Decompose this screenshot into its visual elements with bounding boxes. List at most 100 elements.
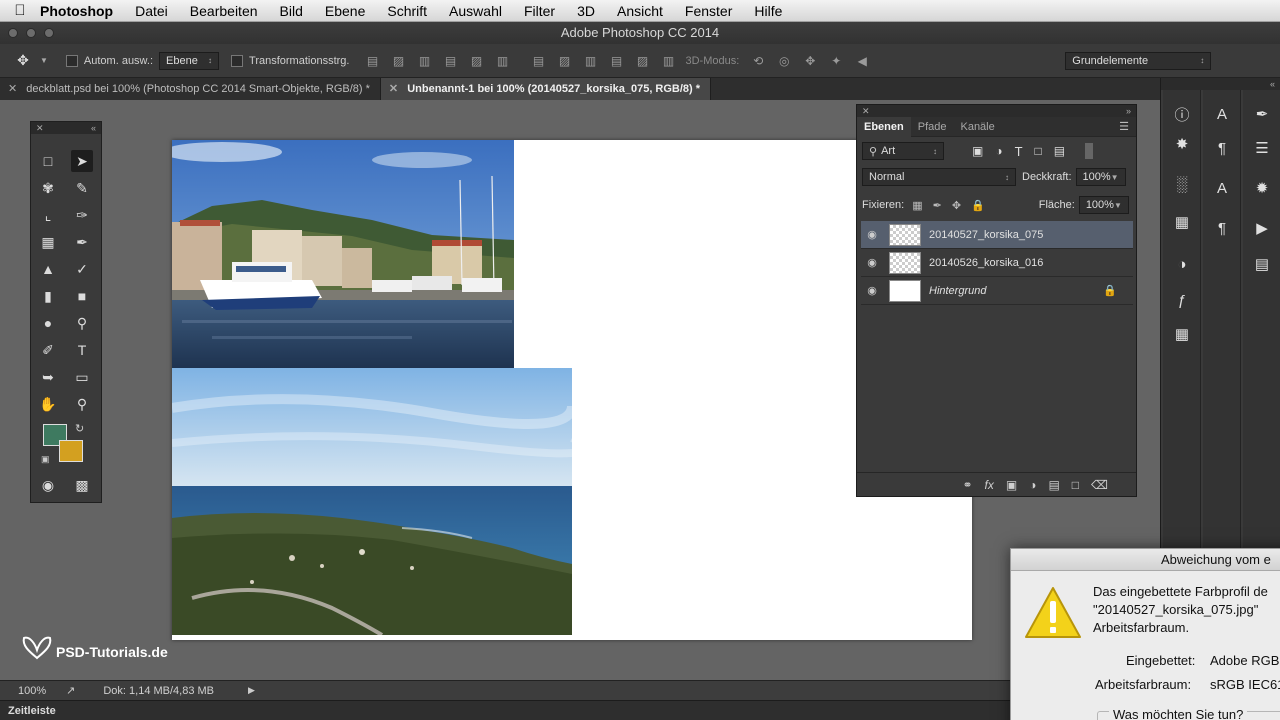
dodge-tool-icon[interactable]: ⚲: [71, 312, 93, 334]
adjustments-icon[interactable]: ◑: [1163, 250, 1201, 278]
move-tool-icon[interactable]: ➤: [71, 150, 93, 172]
background-color-swatch[interactable]: [59, 440, 83, 462]
info-icon[interactable]: ⓘ: [1163, 100, 1201, 128]
distribute-hcenter-icon[interactable]: ▨: [633, 53, 651, 69]
gradient-tool-icon[interactable]: ■: [71, 285, 93, 307]
blur-tool-icon[interactable]: ●: [37, 312, 59, 334]
menu-hilfe[interactable]: Hilfe: [754, 3, 782, 19]
eraser-tool-icon[interactable]: ▮: [37, 285, 59, 307]
crop-tool-icon[interactable]: ⌞: [37, 204, 59, 226]
filter-shape-icon[interactable]: □: [1035, 144, 1042, 158]
quick-mask-icon[interactable]: ◉: [37, 474, 59, 496]
quick-selection-tool-icon[interactable]: ✎: [71, 177, 93, 199]
new-group-icon[interactable]: ▤: [1048, 478, 1059, 492]
tab-unbenannt[interactable]: ✕ Unbenannt-1 bei 100% (20140527_korsika…: [380, 78, 712, 100]
fill-input[interactable]: 100% ▼: [1078, 196, 1129, 214]
align-right-icon[interactable]: ▥: [493, 53, 511, 69]
opacity-input[interactable]: 100% ▼: [1075, 168, 1126, 186]
hand-tool-icon[interactable]: ✋: [37, 393, 59, 415]
layer-row[interactable]: ◉ 20140527_korsika_075: [861, 221, 1133, 249]
tool-presets-icon[interactable]: ✹: [1243, 174, 1280, 202]
harbor-photo-layer[interactable]: [172, 140, 514, 368]
marquee-tool-icon[interactable]: □: [37, 150, 59, 172]
filter-adjustment-icon[interactable]: ◑: [995, 144, 1002, 158]
menu-bearbeiten[interactable]: Bearbeiten: [190, 3, 258, 19]
collapse-panel-icon[interactable]: «: [91, 122, 96, 134]
shape-tool-icon[interactable]: ▭: [71, 366, 93, 388]
3d-scale-icon[interactable]: ◀: [853, 53, 871, 69]
menu-datei[interactable]: Datei: [135, 3, 168, 19]
brush-tool-icon[interactable]: ✒: [71, 231, 93, 253]
fx-icon[interactable]: fx: [985, 478, 994, 492]
lock-all-icon[interactable]: 🔒: [971, 199, 985, 212]
path-selection-tool-icon[interactable]: ➥: [37, 366, 59, 388]
swap-colors-icon[interactable]: ↻: [75, 422, 84, 435]
tab-kanaele[interactable]: Kanäle: [953, 117, 1001, 137]
menu-filter[interactable]: Filter: [524, 3, 555, 19]
zoom-tool-icon[interactable]: ⚲: [71, 393, 93, 415]
3d-roll-icon[interactable]: ◎: [775, 53, 793, 69]
eyedropper-tool-icon[interactable]: ✑: [71, 204, 93, 226]
zoom-window-button[interactable]: [44, 28, 54, 38]
brush-presets-icon[interactable]: ☰: [1243, 134, 1280, 162]
swatches-icon[interactable]: ▦: [1163, 208, 1201, 236]
eye-icon[interactable]: ◉: [861, 284, 883, 297]
paragraph-styles-icon[interactable]: ¶: [1203, 214, 1241, 242]
menu-bild[interactable]: Bild: [280, 3, 303, 19]
share-icon[interactable]: ↗: [66, 684, 75, 697]
new-layer-icon[interactable]: □: [1072, 478, 1079, 492]
document-canvas[interactable]: [172, 140, 972, 640]
grid-icon[interactable]: ▦: [1163, 320, 1201, 348]
layer-row[interactable]: ◉ Hintergrund 🔒: [861, 277, 1133, 305]
chevron-down-icon[interactable]: ▼: [1114, 201, 1122, 210]
menu-ansicht[interactable]: Ansicht: [617, 3, 663, 19]
coast-photo-layer[interactable]: [172, 368, 572, 635]
default-colors-icon[interactable]: ▣: [41, 454, 50, 465]
zoom-level[interactable]: 100%: [18, 685, 46, 697]
timeline-bar[interactable]: Zeitleiste: [0, 700, 1010, 720]
menu-app-name[interactable]: Photoshop: [40, 3, 113, 19]
panel-menu-icon[interactable]: ☰: [1112, 117, 1136, 137]
collapse-dock-icon[interactable]: «: [1161, 78, 1280, 90]
lock-position-icon[interactable]: ✥: [952, 199, 961, 212]
navigator-icon[interactable]: ✸: [1163, 130, 1201, 158]
menu-auswahl[interactable]: Auswahl: [449, 3, 502, 19]
healing-brush-tool-icon[interactable]: ▦: [37, 231, 59, 253]
styles-fx-icon[interactable]: ƒ: [1163, 286, 1201, 314]
layer-filter-dropdown[interactable]: ⚲ Art ↕: [862, 142, 944, 160]
tab-deckblatt[interactable]: ✕ deckblatt.psd bei 100% (Photoshop CC 2…: [0, 78, 381, 100]
menu-fenster[interactable]: Fenster: [685, 3, 732, 19]
filter-smartobject-icon[interactable]: ▤: [1054, 144, 1065, 158]
tab-pfade[interactable]: Pfade: [911, 117, 954, 137]
histogram-icon[interactable]: ░: [1163, 170, 1201, 198]
brushes-icon[interactable]: ✒: [1243, 100, 1280, 128]
character-icon[interactable]: A: [1203, 100, 1241, 128]
align-top-icon[interactable]: ▤: [363, 53, 381, 69]
timeline-label[interactable]: Zeitleiste: [8, 705, 56, 717]
eye-icon[interactable]: ◉: [861, 228, 883, 241]
close-window-button[interactable]: [8, 28, 18, 38]
close-panel-icon[interactable]: ✕: [36, 122, 44, 134]
pen-tool-icon[interactable]: ✐: [37, 339, 59, 361]
distribute-left-icon[interactable]: ▤: [607, 53, 625, 69]
blend-mode-dropdown[interactable]: Normal ↕: [862, 168, 1016, 186]
filter-pixel-icon[interactable]: ▣: [972, 144, 983, 158]
layer-name[interactable]: 20140527_korsika_075: [929, 229, 1043, 241]
history-brush-tool-icon[interactable]: ✓: [71, 258, 93, 280]
eye-icon[interactable]: ◉: [861, 256, 883, 269]
move-tool-preset-icon[interactable]: ✥: [14, 52, 32, 69]
adjustment-layer-icon[interactable]: ◑: [1029, 478, 1036, 492]
character-styles-icon[interactable]: A: [1203, 174, 1241, 202]
apple-icon[interactable]: : [0, 2, 40, 19]
close-panel-icon[interactable]: ✕: [862, 105, 870, 117]
distribute-vcenter-icon[interactable]: ▨: [555, 53, 573, 69]
align-hcenter-icon[interactable]: ▨: [467, 53, 485, 69]
play-actions-icon[interactable]: ▶: [1243, 214, 1280, 242]
menu-schrift[interactable]: Schrift: [387, 3, 427, 19]
collapse-panel-icon[interactable]: »: [1126, 105, 1131, 117]
notes-icon[interactable]: ▤: [1243, 250, 1280, 278]
3d-rotate-icon[interactable]: ⟲: [749, 53, 767, 69]
align-left-icon[interactable]: ▤: [441, 53, 459, 69]
distribute-top-icon[interactable]: ▤: [529, 53, 547, 69]
align-vcenter-icon[interactable]: ▨: [389, 53, 407, 69]
